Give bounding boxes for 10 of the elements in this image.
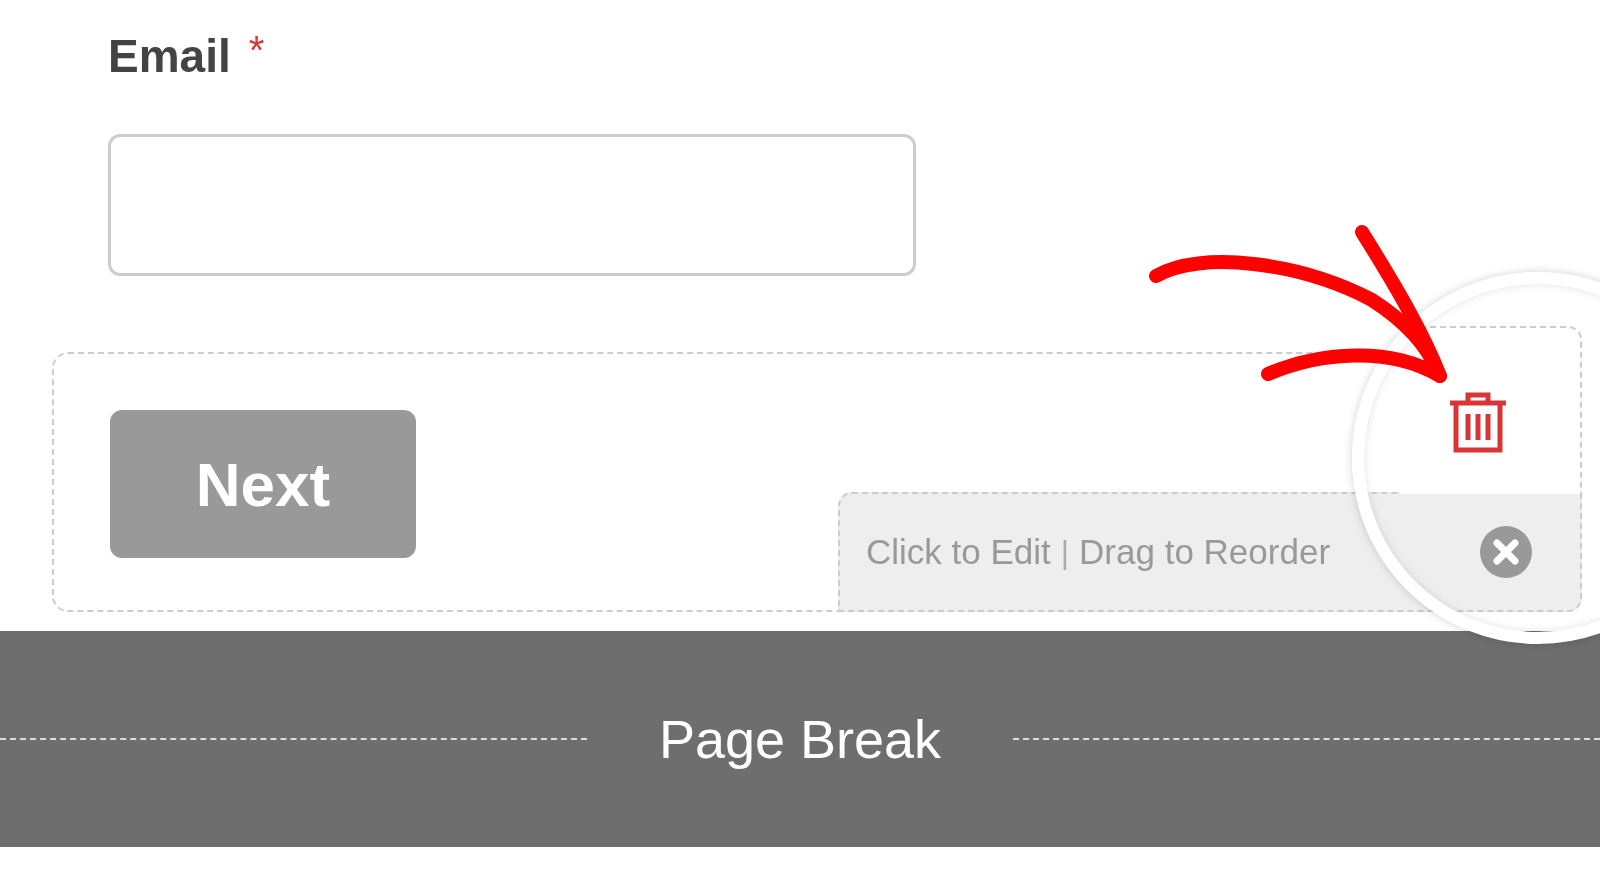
email-input-field[interactable]	[108, 134, 916, 276]
trash-icon[interactable]	[1448, 390, 1508, 456]
required-asterisk: *	[248, 30, 265, 70]
page-break-label: Page Break	[657, 709, 943, 769]
separator: |	[1060, 533, 1070, 571]
field-label: Email	[108, 30, 231, 82]
reorder-hint[interactable]: Drag to Reorder	[1079, 532, 1331, 572]
next-button[interactable]: Next	[110, 410, 416, 558]
edit-hint[interactable]: Click to Edit	[866, 532, 1051, 572]
close-icon[interactable]	[1480, 526, 1532, 578]
